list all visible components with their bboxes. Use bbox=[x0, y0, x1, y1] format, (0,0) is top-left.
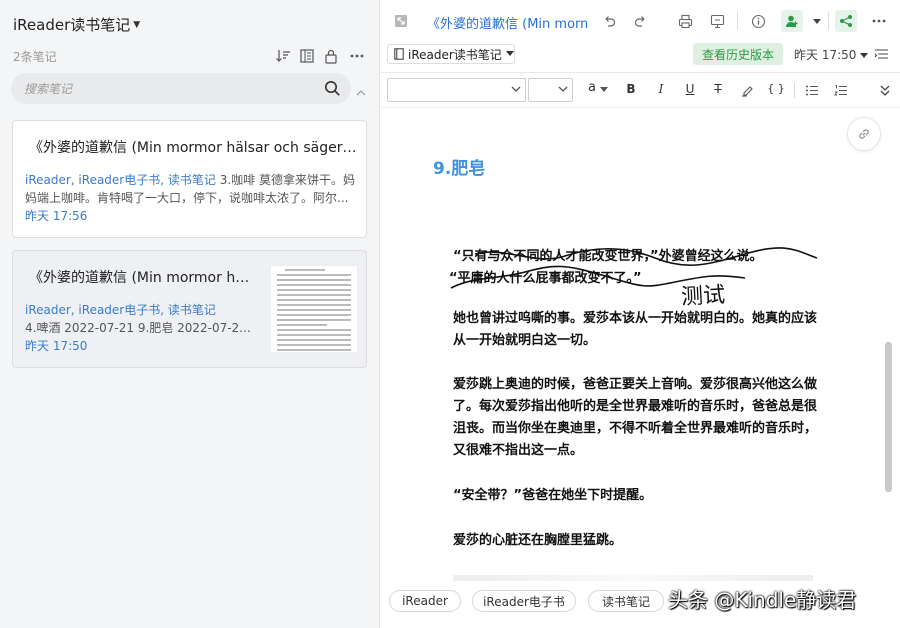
tag-bar: iReader iReader电子书 读书笔记 头条 @Kindle静读君 bbox=[381, 582, 900, 628]
note-card-tags: iReader, iReader电子书, 读书笔记 bbox=[25, 303, 216, 317]
notebook-selector[interactable]: iReader读书笔记 bbox=[387, 44, 515, 64]
font-color-button[interactable]: a bbox=[584, 80, 600, 95]
font-family-select[interactable] bbox=[387, 78, 526, 102]
sort-icon[interactable] bbox=[273, 46, 293, 66]
search-icon[interactable] bbox=[324, 80, 341, 101]
faded-text-line bbox=[453, 575, 813, 581]
highlighter-icon[interactable] bbox=[737, 80, 757, 100]
note-card-snippet: 4.啤酒 2022-07-21 9.肥皂 2022-07-2... bbox=[25, 321, 251, 335]
print-icon[interactable] bbox=[675, 11, 695, 31]
note-list-panel: iReader读书笔记 ▼ 2条笔记 《外婆的道歉信 (Min mormor h… bbox=[0, 0, 380, 628]
expand-icon[interactable] bbox=[391, 11, 411, 31]
watermark: 头条 @Kindle静读君 bbox=[668, 588, 857, 612]
caret-down-icon[interactable] bbox=[600, 87, 608, 93]
present-icon[interactable] bbox=[707, 11, 727, 31]
caret-down-icon[interactable] bbox=[807, 11, 827, 31]
note-thumbnail bbox=[270, 265, 358, 353]
notebook-icon bbox=[394, 48, 404, 60]
chevron-double-down-icon[interactable] bbox=[875, 80, 895, 100]
note-card-title: 《外婆的道歉信 (Min mormor hä... bbox=[29, 270, 254, 286]
caret-down-icon bbox=[505, 51, 514, 56]
search-box bbox=[11, 73, 351, 104]
body-paragraph: 爱莎的心脏还在胸膛里猛跳。 bbox=[453, 533, 623, 548]
notebook-selector-label: iReader读书笔记 bbox=[408, 47, 502, 62]
chevron-down-icon bbox=[511, 86, 521, 92]
note-card[interactable]: 《外婆的道歉信 (Min mormor hälsar och säger f..… bbox=[12, 120, 367, 238]
more-icon[interactable] bbox=[869, 11, 889, 31]
body-paragraph: 她也曾讲过呜嘶的事。爱莎本该从一开始就明白的。她真的应该从一开始就明白这一切。 bbox=[453, 311, 818, 348]
strikethrough-button[interactable]: T bbox=[710, 82, 726, 96]
chevron-up-icon[interactable] bbox=[356, 82, 366, 101]
chevron-down-icon bbox=[558, 86, 568, 92]
underline-button[interactable]: U bbox=[682, 82, 698, 96]
undo-icon[interactable] bbox=[599, 11, 619, 31]
bullet-list-icon[interactable] bbox=[802, 80, 822, 100]
more-icon[interactable] bbox=[347, 46, 367, 66]
note-count: 2条笔记 bbox=[13, 50, 57, 64]
notebook-title-dropdown[interactable]: iReader读书笔记 ▼ bbox=[13, 14, 140, 35]
numbered-list-icon[interactable] bbox=[831, 80, 851, 100]
view-history-button[interactable]: 查看历史版本 bbox=[693, 43, 783, 65]
share-user-icon[interactable] bbox=[781, 10, 803, 32]
body-paragraph: “安全带？”爸爸在她坐下时提醒。 bbox=[453, 488, 653, 503]
note-card[interactable]: 《外婆的道歉信 (Min mormor hä... iReader, iRead… bbox=[12, 250, 367, 368]
caret-down-icon: ▼ bbox=[133, 19, 141, 30]
modified-time: 昨天 17:50 bbox=[794, 48, 857, 62]
note-card-tags: iReader, iReader电子书, 读书笔记 bbox=[25, 173, 216, 187]
note-card-snippet-line: 妈端上咖啡。肯特喝了一大口，停下，说咖啡太浓了。阿尔... bbox=[25, 191, 349, 205]
font-size-select[interactable] bbox=[528, 78, 573, 102]
handwriting-annotation: 测试 bbox=[680, 282, 726, 311]
italic-button[interactable]: I bbox=[653, 82, 669, 96]
caret-down-icon bbox=[860, 53, 869, 58]
note-card-snippet: 3.咖啡 莫德拿来饼干。妈 bbox=[219, 173, 355, 187]
info-icon[interactable] bbox=[748, 11, 768, 31]
note-card-time: 昨天 17:56 bbox=[25, 209, 88, 223]
search-input[interactable] bbox=[24, 80, 304, 97]
link-icon[interactable] bbox=[847, 117, 881, 151]
code-button[interactable]: { } bbox=[765, 82, 787, 95]
share-icon[interactable] bbox=[835, 10, 857, 32]
body-paragraph: 爱莎跳上奥迪的时候，爸爸正要关上音响。爱莎很高兴他这么做了。每次爱莎指出他听的是… bbox=[453, 377, 818, 458]
bold-button[interactable]: B bbox=[623, 82, 639, 96]
note-card-tags-line: iReader, iReader电子书, 读书笔记 3.咖啡 莫德拿来饼干。妈 bbox=[25, 171, 360, 189]
notebook-title: iReader读书笔记 bbox=[13, 16, 131, 34]
note-title[interactable]: 《外婆的道歉信 (Min mormo bbox=[427, 13, 587, 32]
note-editor: 《外婆的道歉信 (Min mormo iReader读书笔记 查看历史版本 昨天… bbox=[381, 0, 900, 628]
redo-icon[interactable] bbox=[631, 11, 651, 31]
tag-pill[interactable]: iReader bbox=[389, 590, 461, 612]
lock-icon[interactable] bbox=[321, 46, 341, 66]
tag-pill[interactable]: 读书笔记 bbox=[588, 590, 664, 612]
scrollbar-thumb[interactable] bbox=[885, 342, 892, 492]
note-heading: 9.肥皂 bbox=[433, 159, 486, 179]
handwriting-scribble bbox=[450, 247, 818, 289]
outline-icon[interactable] bbox=[871, 44, 891, 64]
modified-time-dropdown[interactable]: 昨天 17:50 bbox=[794, 46, 869, 63]
tag-pill[interactable]: iReader电子书 bbox=[472, 590, 576, 612]
note-card-title: 《外婆的道歉信 (Min mormor hälsar och säger f..… bbox=[29, 140, 359, 156]
note-card-time: 昨天 17:50 bbox=[25, 339, 88, 353]
layout-view-icon[interactable] bbox=[297, 46, 317, 66]
